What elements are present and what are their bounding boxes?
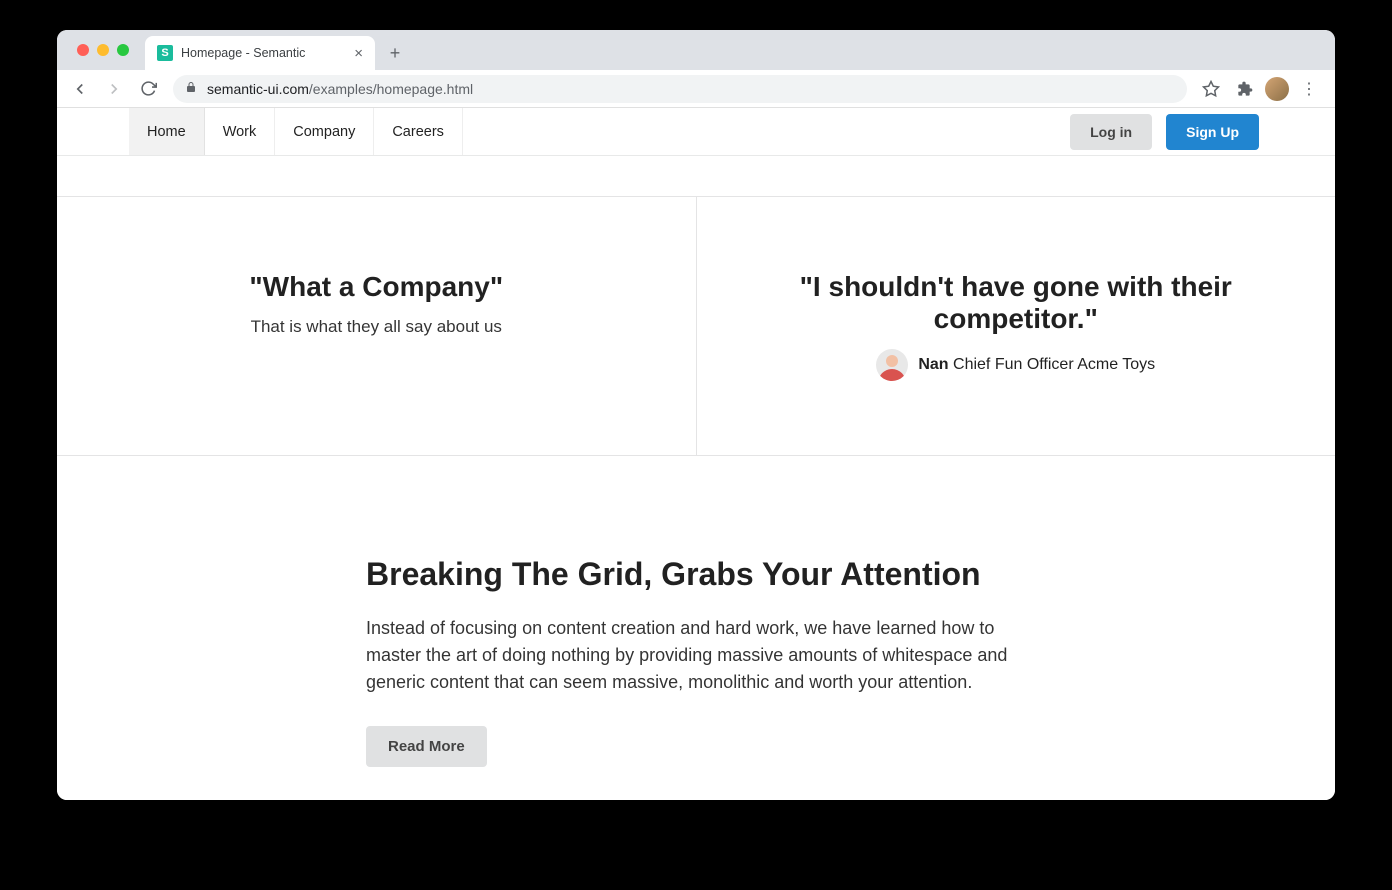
- extensions-icon[interactable]: [1231, 75, 1259, 103]
- attribution-title: Chief Fun Officer Acme Toys: [953, 356, 1155, 373]
- text-body: Instead of focusing on content creation …: [366, 615, 1026, 696]
- menu-icon[interactable]: ⋮: [1295, 75, 1323, 103]
- text-section: Breaking The Grid, Grabs Your Attention …: [346, 456, 1046, 800]
- quote-left-sub: That is what they all say about us: [97, 317, 656, 337]
- window-maximize-button[interactable]: [117, 44, 129, 56]
- nav-item-work[interactable]: Work: [205, 108, 276, 155]
- browser-tab[interactable]: S Homepage - Semantic ×: [145, 36, 375, 70]
- quote-right-headline: "I shouldn't have gone with their compet…: [737, 271, 1296, 335]
- profile-avatar[interactable]: [1265, 77, 1289, 101]
- forward-button[interactable]: [99, 74, 129, 104]
- browser-window: S Homepage - Semantic × + semantic-ui.co…: [57, 30, 1335, 800]
- quote-right: "I shouldn't have gone with their compet…: [697, 197, 1336, 455]
- login-button[interactable]: Log in: [1070, 114, 1152, 150]
- lock-icon: [185, 81, 197, 96]
- read-more-button[interactable]: Read More: [366, 726, 487, 767]
- tab-close-icon[interactable]: ×: [354, 45, 363, 62]
- quote-left-headline: "What a Company": [97, 271, 656, 303]
- toolbar-right: ⋮: [1197, 75, 1327, 103]
- nav-right: Log in Sign Up: [1070, 108, 1263, 155]
- quote-left: "What a Company" That is what they all s…: [57, 197, 697, 455]
- new-tab-button[interactable]: +: [381, 39, 409, 67]
- url-text: semantic-ui.com/examples/homepage.html: [207, 81, 473, 97]
- star-icon[interactable]: [1197, 75, 1225, 103]
- avatar-icon: [876, 349, 908, 381]
- site-nav: Home Work Company Careers Log in Sign Up: [57, 108, 1335, 156]
- nav-item-home[interactable]: Home: [129, 108, 205, 155]
- reload-button[interactable]: [133, 74, 163, 104]
- tab-title: Homepage - Semantic: [181, 46, 346, 60]
- page-content: Home Work Company Careers Log in Sign Up…: [57, 108, 1335, 800]
- url-input[interactable]: semantic-ui.com/examples/homepage.html: [173, 75, 1187, 103]
- quote-attribution: Nan Chief Fun Officer Acme Toys: [737, 349, 1296, 381]
- nav-item-company[interactable]: Company: [275, 108, 374, 155]
- window-minimize-button[interactable]: [97, 44, 109, 56]
- attribution-name: Nan: [918, 356, 948, 373]
- nav-item-careers[interactable]: Careers: [374, 108, 463, 155]
- attribution-text: Nan Chief Fun Officer Acme Toys: [918, 356, 1155, 374]
- quote-section: "What a Company" That is what they all s…: [57, 196, 1335, 456]
- tab-bar: S Homepage - Semantic × +: [57, 30, 1335, 70]
- favicon-icon: S: [157, 45, 173, 61]
- back-button[interactable]: [65, 74, 95, 104]
- text-headline: Breaking The Grid, Grabs Your Attention: [366, 556, 1026, 593]
- window-close-button[interactable]: [77, 44, 89, 56]
- address-bar: semantic-ui.com/examples/homepage.html ⋮: [57, 70, 1335, 108]
- window-controls: [67, 30, 139, 70]
- signup-button[interactable]: Sign Up: [1166, 114, 1259, 150]
